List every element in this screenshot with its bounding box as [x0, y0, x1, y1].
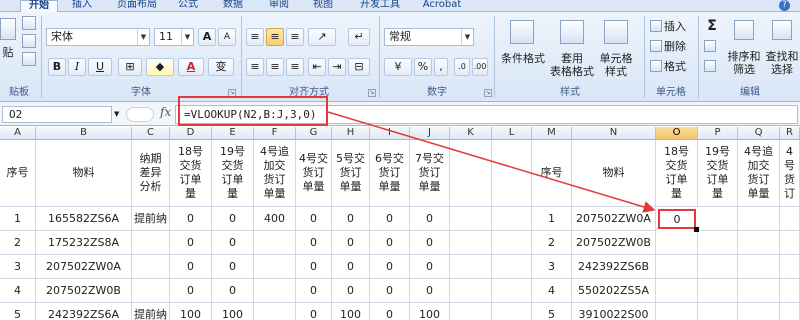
annotation-arrow [327, 111, 656, 213]
